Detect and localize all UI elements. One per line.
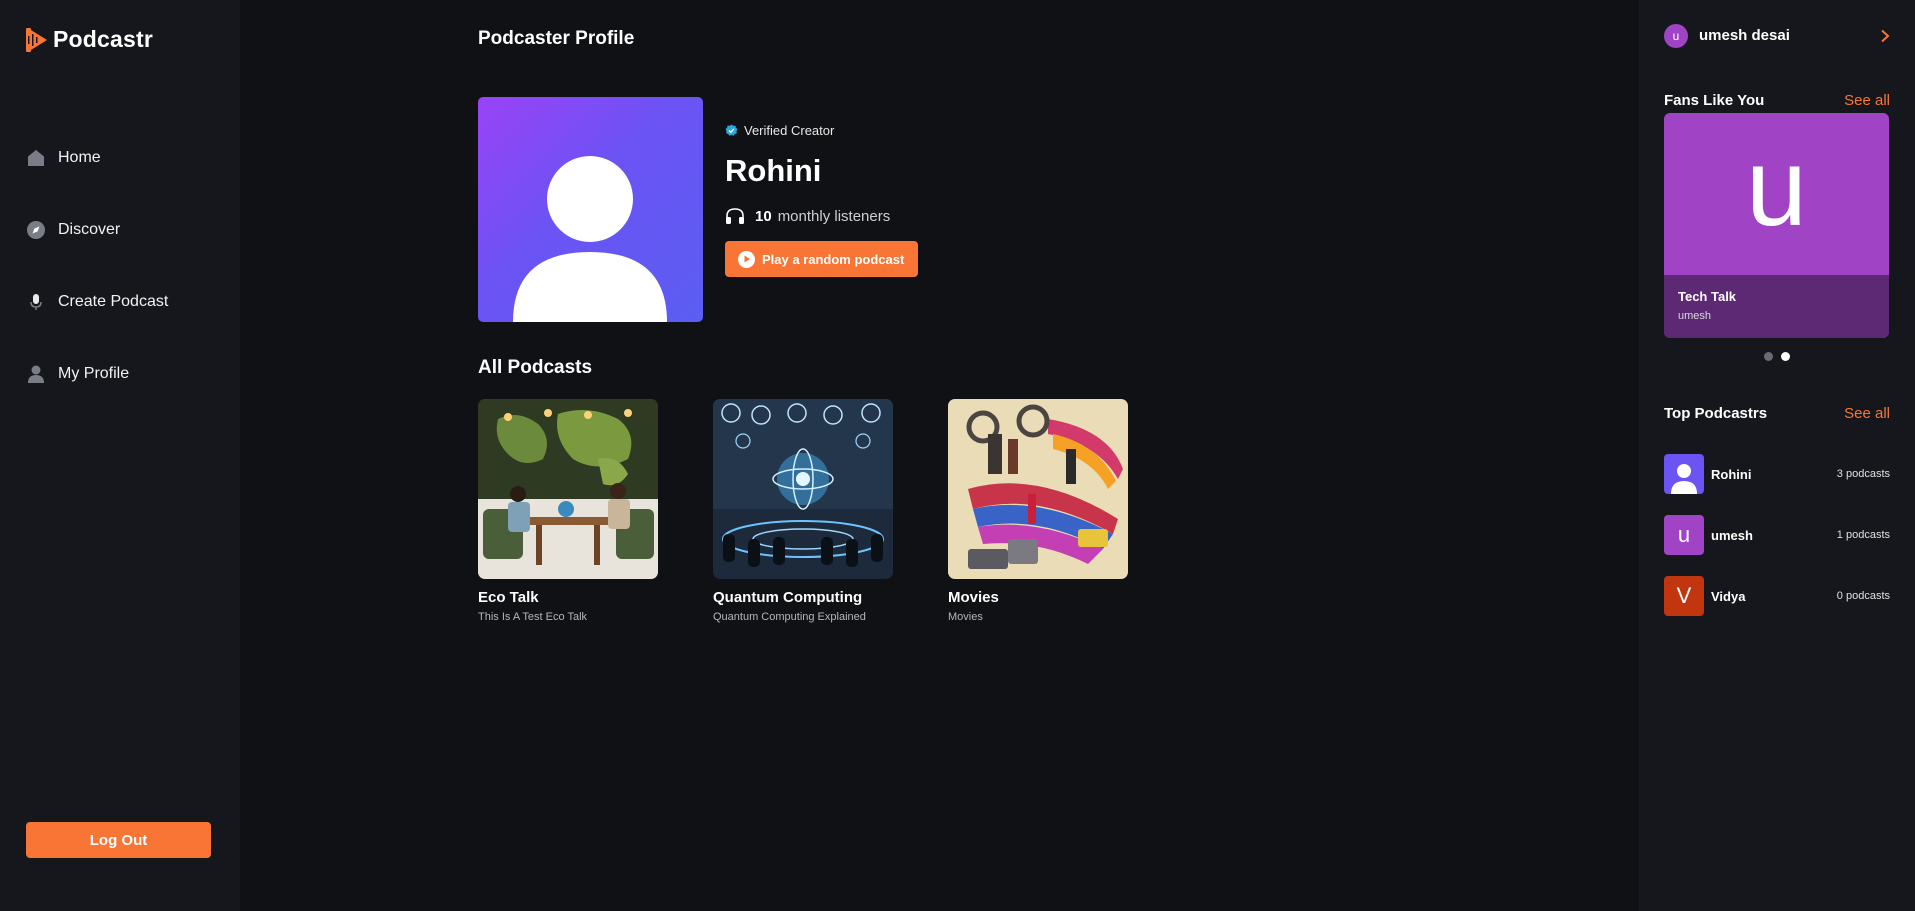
sidebar-item-create-podcast[interactable]: Create Podcast: [25, 266, 168, 338]
all-podcasts-title: All Podcasts: [478, 357, 593, 378]
current-user[interactable]: u umesh desai: [1664, 23, 1890, 48]
avatar: u: [1664, 23, 1688, 48]
list-item[interactable]: Rohini 3 podcasts: [1664, 454, 1890, 494]
listeners-label: monthly listeners: [777, 207, 891, 225]
fan-card-letter: u: [1745, 126, 1808, 249]
app-name: Podcastr: [53, 26, 154, 52]
podcast-cover-image: [948, 399, 1128, 579]
sidebar-item-label: Discover: [58, 221, 121, 238]
logo-icon: [26, 27, 47, 52]
verified-label: Verified Creator: [744, 122, 835, 138]
top-podcastrs-title: Top Podcastrs: [1664, 405, 1768, 422]
podcaster-name: Vidya: [1711, 588, 1746, 604]
chevron-right-icon[interactable]: [1880, 29, 1890, 43]
user-silhouette-icon: [513, 156, 667, 322]
profile-avatar: [478, 97, 703, 322]
podcast-cover-image: [713, 399, 893, 579]
fan-card[interactable]: u Tech Talk umesh: [1664, 113, 1889, 338]
compass-icon: [25, 219, 47, 241]
profile-info: Verified Creator Rohini 10 monthly liste…: [725, 97, 919, 277]
fan-card-title: Tech Talk: [1678, 289, 1737, 304]
sidebar-item-label: My Profile: [58, 365, 130, 382]
sidebar-item-my-profile[interactable]: My Profile: [25, 338, 168, 410]
user-silhouette-icon: [1671, 464, 1697, 494]
top-podcastrs-list: Rohini 3 podcasts u umesh 1 podcasts V V…: [1664, 454, 1890, 637]
carousel-dot[interactable]: [1764, 352, 1773, 361]
play-random-podcast-button[interactable]: Play a random podcast: [725, 241, 919, 277]
profile-name: Rohini: [725, 153, 822, 188]
play-button-label: Play a random podcast: [762, 251, 905, 267]
podcast-card[interactable]: Quantum Computing Quantum Computing Expl…: [713, 399, 893, 623]
top-podcastrs-see-all-link[interactable]: See all: [1844, 405, 1890, 422]
podcast-description: Movies: [948, 611, 983, 623]
podcast-grid: Eco Talk This Is A Test Eco Talk Quantum…: [478, 399, 1128, 623]
sidebar-nav: Home Discover Create Podcast My Profile: [25, 122, 168, 410]
carousel-dots: [1764, 352, 1790, 361]
app-logo[interactable]: Podcastr: [25, 26, 153, 53]
sidebar-item-label: Home: [58, 149, 101, 166]
user-name: umesh desai: [1699, 27, 1790, 44]
top-podcastrs-header: Top Podcastrs See all: [1664, 405, 1890, 422]
avatar: [1664, 454, 1704, 494]
sidebar-item-discover[interactable]: Discover: [25, 194, 168, 266]
podcast-count: 1 podcasts: [1836, 529, 1890, 541]
fan-card-overlay: Tech Talk umesh: [1664, 275, 1889, 338]
podcast-description: Quantum Computing Explained: [713, 611, 866, 623]
podcast-title: Movies: [948, 589, 999, 606]
main-content: Podcaster Profile Verified Creator Rohin…: [478, 0, 1628, 911]
avatar: u: [1664, 515, 1704, 555]
avatar: V: [1664, 576, 1704, 616]
headphones-icon: [726, 208, 744, 224]
podcaster-name: Rohini: [1711, 466, 1752, 482]
sidebar-item-label: Create Podcast: [58, 293, 169, 310]
left-sidebar: Podcastr Home Discover Create Podcast My…: [0, 0, 240, 911]
podcast-title: Quantum Computing: [713, 589, 863, 606]
podcast-card[interactable]: Eco Talk This Is A Test Eco Talk: [478, 399, 658, 623]
verified-icon: [725, 124, 738, 136]
verified-badge: Verified Creator: [725, 122, 918, 138]
podcast-title: Eco Talk: [478, 589, 539, 606]
fans-title: Fans Like You: [1664, 92, 1765, 109]
listeners-count: 10: [755, 207, 772, 225]
microphone-icon: [25, 291, 47, 313]
listeners-stat: 10 monthly listeners: [725, 205, 918, 227]
podcast-count: 3 podcasts: [1836, 468, 1890, 480]
play-icon: [738, 250, 755, 268]
fans-see-all-link[interactable]: See all: [1844, 92, 1890, 109]
page-title: Podcaster Profile: [478, 28, 635, 49]
fan-card-author: umesh: [1678, 310, 1712, 322]
carousel-dot-active[interactable]: [1781, 352, 1790, 361]
logout-button[interactable]: Log Out: [26, 822, 211, 858]
user-icon: [25, 363, 47, 385]
list-item[interactable]: V Vidya 0 podcasts: [1664, 576, 1890, 616]
podcast-card[interactable]: Movies Movies: [948, 399, 1128, 623]
sidebar-item-home[interactable]: Home: [25, 122, 168, 194]
list-item[interactable]: u umesh 1 podcasts: [1664, 515, 1890, 555]
podcast-count: 0 podcasts: [1836, 590, 1890, 602]
podcast-description: This Is A Test Eco Talk: [478, 611, 588, 623]
home-icon: [25, 147, 47, 169]
right-sidebar: u umesh desai Fans Like You See all u Te…: [1639, 0, 1915, 911]
podcaster-name: umesh: [1711, 527, 1753, 543]
fans-header: Fans Like You See all: [1664, 92, 1890, 109]
podcast-cover-image: [478, 399, 658, 579]
